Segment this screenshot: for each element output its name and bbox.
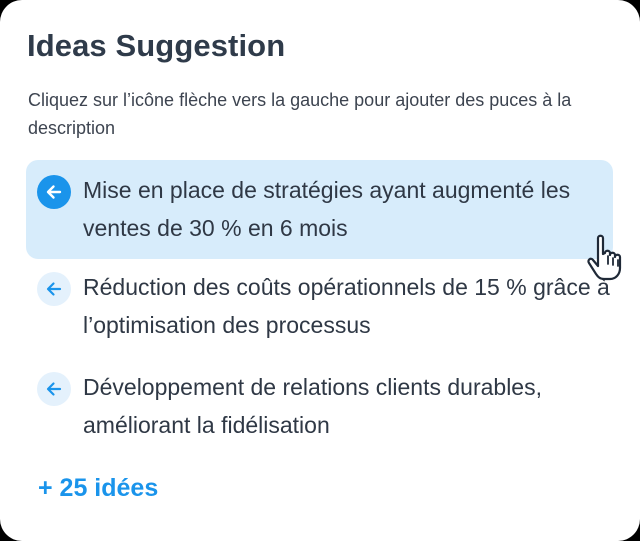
suggestion-text: Réduction des coûts opérationnels de 15 … bbox=[83, 274, 610, 338]
suggestion-item[interactable]: Développement de relations clients durab… bbox=[26, 366, 613, 450]
hand-pointer-icon bbox=[587, 234, 622, 281]
arrow-left-icon[interactable] bbox=[37, 372, 71, 406]
ideas-suggestion-panel: Ideas Suggestion Cliquez sur l’icône flè… bbox=[0, 0, 640, 541]
more-ideas-link[interactable]: + 25 idées bbox=[38, 474, 158, 503]
suggestion-item[interactable]: Mise en place de stratégies ayant augmen… bbox=[26, 160, 613, 259]
panel-title: Ideas Suggestion bbox=[27, 28, 286, 63]
suggestion-text: Mise en place de stratégies ayant augmen… bbox=[83, 177, 571, 241]
panel-subtitle: Cliquez sur l’icône flèche vers la gauch… bbox=[28, 90, 572, 138]
suggestion-text: Développement de relations clients durab… bbox=[83, 374, 542, 438]
arrow-left-icon[interactable] bbox=[37, 175, 71, 209]
arrow-left-icon[interactable] bbox=[37, 272, 71, 306]
suggestion-item[interactable]: Réduction des coûts opérationnels de 15 … bbox=[26, 266, 613, 350]
